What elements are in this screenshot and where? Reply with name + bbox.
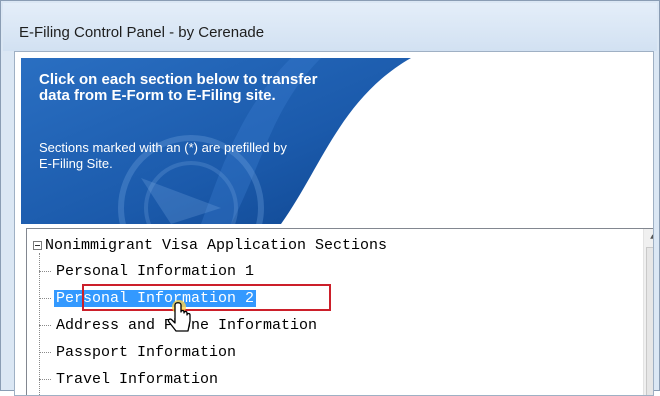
efiling-control-panel-window: E-Filing Control Panel - by Cerenade Cli…: [0, 0, 660, 396]
tree-root-node[interactable]: Nonimmigrant Visa Application Sections: [33, 236, 387, 256]
tree-item-personal-information-2[interactable]: Personal Information 2: [39, 289, 257, 309]
tree-item-label: Travel Information: [56, 371, 219, 388]
tree-branch-line: [39, 351, 51, 353]
tree-branch-line: [39, 378, 51, 380]
tree-item-label: Personal Information 2: [54, 290, 257, 307]
vertical-scrollbar[interactable]: ▲: [643, 229, 653, 395]
banner-heading: Click on each section below to transfer …: [39, 71, 318, 104]
window-title: E-Filing Control Panel - by Cerenade: [19, 24, 265, 41]
tree-item-label: Personal Information 1: [56, 263, 255, 280]
tree-branch-line: [39, 297, 51, 299]
scrollbar-thumb[interactable]: [646, 247, 653, 395]
tree-branch-line: [39, 270, 51, 272]
client-area: Click on each section below to transfer …: [14, 51, 654, 396]
tree-item-personal-information-1[interactable]: Personal Information 1: [39, 262, 256, 282]
arrow-up-icon[interactable]: ▲: [644, 229, 653, 246]
tree-item-label: Passport Information: [56, 344, 237, 361]
tree-branch-line: [39, 324, 51, 326]
title-bar[interactable]: E-Filing Control Panel - by Cerenade: [3, 3, 657, 51]
instruction-banner: Click on each section below to transfer …: [21, 58, 653, 224]
tree-root-label: Nonimmigrant Visa Application Sections: [45, 237, 388, 254]
tree-item-label: Address and Phone Information: [56, 317, 318, 334]
sections-tree[interactable]: Nonimmigrant Visa Application Sections P…: [26, 228, 653, 395]
tree-item-passport-information[interactable]: Passport Information: [39, 343, 238, 363]
banner-note: Sections marked with an (*) are prefille…: [39, 140, 287, 171]
tree-item-travel-information[interactable]: Travel Information: [39, 370, 220, 390]
collapse-minus-icon[interactable]: [33, 240, 42, 250]
tree-item-address-and-phone-information[interactable]: Address and Phone Information: [39, 316, 319, 336]
